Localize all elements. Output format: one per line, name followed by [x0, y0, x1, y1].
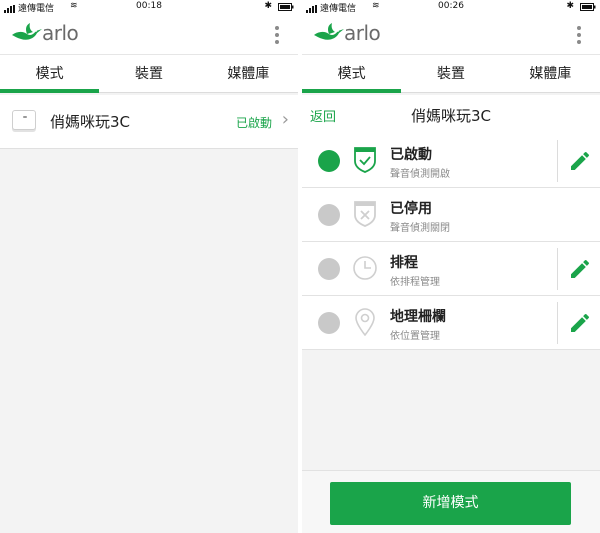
screen-modes-list: 遠傳電信 ≋ 00:18 ✱ arlo 模式 裝置 媒體庫 俏媽咪玩3C 已啟動… — [0, 0, 298, 533]
add-mode-button[interactable]: 新增模式 — [330, 482, 571, 525]
location-pin-icon — [355, 308, 375, 336]
detail-header: 返回 俏媽咪玩3C — [302, 95, 600, 135]
mode-description: 依排程管理 — [390, 277, 440, 288]
tab-modes[interactable]: 模式 — [0, 55, 100, 93]
status-bar: 遠傳電信 ≋ 00:26 ✱ — [302, 0, 600, 14]
mode-radio[interactable] — [318, 312, 340, 334]
tab-bar: 模式 裝置 媒體庫 — [0, 55, 298, 93]
divider — [557, 248, 558, 290]
mode-radio[interactable] — [318, 204, 340, 226]
device-name: 俏媽咪玩3C — [50, 113, 131, 131]
shield-check-icon — [354, 147, 376, 173]
mode-name: 地理柵欄 — [390, 309, 446, 325]
battery-icon — [278, 3, 294, 14]
mode-row-disarmed[interactable]: 已停用 聲音偵測關閉 — [302, 188, 600, 242]
status-time: 00:18 — [136, 1, 162, 11]
logo-text: arlo — [42, 21, 79, 45]
overflow-menu-icon[interactable] — [272, 26, 282, 46]
mode-row-geofencing[interactable]: 地理柵欄 依位置管理 — [302, 296, 600, 350]
mode-description: 依位置管理 — [390, 331, 440, 342]
mode-list: 已啟動 聲音偵測開啟 已停用 聲音偵測關閉 排程 依排程管理 地理柵欄 依位置管… — [302, 134, 600, 350]
mode-radio[interactable] — [318, 258, 340, 280]
bluetooth-icon: ✱ — [566, 1, 574, 11]
status-time: 00:26 — [438, 1, 464, 11]
battery-icon — [580, 3, 596, 14]
chevron-right-icon: › — [281, 109, 289, 130]
pencil-edit-icon[interactable] — [568, 311, 592, 335]
tab-library[interactable]: 媒體庫 — [199, 55, 298, 92]
mode-name: 已啟動 — [390, 147, 432, 163]
mode-name: 排程 — [390, 255, 418, 271]
base-station-icon — [12, 110, 36, 130]
app-bar: arlo — [0, 14, 298, 55]
bluetooth-icon: ✱ — [264, 1, 272, 11]
logo-text: arlo — [344, 21, 381, 45]
bird-icon — [12, 23, 42, 40]
divider — [557, 140, 558, 182]
tab-modes[interactable]: 模式 — [302, 55, 402, 93]
tab-library[interactable]: 媒體庫 — [501, 55, 600, 92]
mode-description: 聲音偵測關閉 — [390, 223, 450, 234]
status-bar: 遠傳電信 ≋ 00:18 ✱ — [0, 0, 298, 14]
page-title: 俏媽咪玩3C — [410, 107, 492, 125]
screen-mode-detail: 遠傳電信 ≋ 00:26 ✱ arlo 模式 裝置 媒體庫 返回 俏媽咪玩3C — [302, 0, 600, 533]
bottom-action-bar: 新增模式 — [302, 470, 600, 533]
app-bar: arlo — [302, 14, 600, 55]
overflow-menu-icon[interactable] — [574, 26, 584, 46]
pencil-edit-icon[interactable] — [568, 149, 592, 173]
tab-devices[interactable]: 裝置 — [99, 55, 198, 92]
tab-devices[interactable]: 裝置 — [401, 55, 500, 92]
divider — [557, 302, 558, 344]
clock-icon — [353, 256, 377, 280]
device-row[interactable]: 俏媽咪玩3C 已啟動 › — [0, 95, 298, 149]
tab-bar: 模式 裝置 媒體庫 — [302, 55, 600, 93]
mode-name: 已停用 — [390, 201, 432, 217]
shield-x-icon — [354, 201, 376, 227]
mode-row-schedule[interactable]: 排程 依排程管理 — [302, 242, 600, 296]
mode-radio-selected[interactable] — [318, 150, 340, 172]
pencil-edit-icon[interactable] — [568, 257, 592, 281]
device-status: 已啟動 — [235, 116, 272, 130]
mode-description: 聲音偵測開啟 — [390, 169, 450, 180]
bird-icon — [314, 23, 344, 40]
mode-row-armed[interactable]: 已啟動 聲音偵測開啟 — [302, 134, 600, 188]
